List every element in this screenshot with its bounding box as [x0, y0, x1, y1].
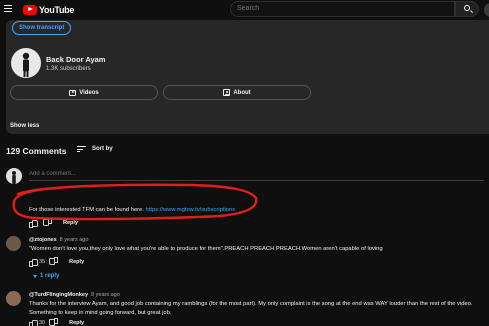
- silhouette-icon: [22, 52, 30, 77]
- comment-author[interactable]: @TurdFlingingMonkey 8 years ago: [29, 292, 120, 298]
- sort-by-label: Sort by: [92, 146, 113, 152]
- view-replies-button[interactable]: 1 reply: [33, 273, 59, 279]
- comment-time[interactable]: 8 years ago: [91, 292, 120, 298]
- search-input[interactable]: [237, 5, 437, 12]
- videos-label: Videos: [79, 89, 99, 96]
- sort-icon: [77, 146, 86, 152]
- like-icon[interactable]: [29, 220, 38, 228]
- comment-text: For those interested TFM can be found he…: [29, 206, 235, 215]
- sort-by-button[interactable]: Sort by: [77, 146, 113, 152]
- add-comment-input[interactable]: [29, 167, 484, 181]
- youtube-logo[interactable]: YouTube: [23, 4, 74, 15]
- search-icon: [464, 5, 470, 11]
- like-icon[interactable]: [29, 320, 38, 326]
- search-box: [230, 1, 455, 17]
- hamburger-menu-icon[interactable]: [4, 5, 12, 12]
- video-icon: [69, 89, 77, 96]
- dislike-icon[interactable]: [51, 259, 58, 265]
- comment-actions: Reply: [29, 220, 78, 228]
- like-icon[interactable]: [29, 259, 38, 267]
- comment-text-line-2: Something to keep in mind going forward,…: [29, 310, 172, 316]
- subscriber-count: 1.3K subscribers: [46, 66, 91, 72]
- silhouette-icon: [12, 171, 16, 184]
- comment-avatar[interactable]: [6, 291, 21, 306]
- channel-name[interactable]: Back Door Ayam: [46, 55, 105, 64]
- replies-label: 1 reply: [40, 273, 60, 279]
- youtube-play-icon: [23, 4, 37, 15]
- reply-button[interactable]: Reply: [63, 220, 78, 226]
- show-less-button[interactable]: Show less: [10, 123, 39, 129]
- comment-actions: 30 Reply: [29, 320, 84, 326]
- comment-link[interactable]: https://www.mgtow.tv/subscriptions: [146, 207, 236, 213]
- logo-text: YouTube: [39, 4, 75, 15]
- dislike-icon[interactable]: [45, 220, 52, 226]
- comment-avatar[interactable]: [6, 236, 21, 251]
- comment-author[interactable]: @ztojones 8 years ago: [29, 237, 88, 243]
- comment-author-name[interactable]: @ztojones: [29, 237, 57, 243]
- comment-text-line-1: Thanks for the interview Ayam, and good …: [29, 301, 473, 307]
- comment-time[interactable]: 8 years ago: [60, 237, 89, 243]
- comment-avatar[interactable]: [6, 200, 21, 215]
- comment-author-name[interactable]: @TurdFlingingMonkey: [29, 292, 88, 298]
- comments-count: 129 Comments: [6, 146, 67, 156]
- chevron-down-icon: [33, 274, 37, 278]
- search-button[interactable]: [455, 1, 479, 17]
- like-count: 30: [39, 320, 46, 326]
- channel-avatar[interactable]: [11, 48, 41, 78]
- show-transcript-button[interactable]: Show transcript: [12, 21, 72, 35]
- like-count: 35: [39, 259, 46, 265]
- user-avatar: [6, 168, 22, 184]
- person-icon: [223, 89, 231, 96]
- account-avatar[interactable]: [484, 3, 489, 17]
- comment-text: "Women don't love you,they only love wha…: [29, 246, 383, 252]
- reply-button[interactable]: Reply: [69, 320, 84, 326]
- description-panel: Show transcript Back Door Ayam 1.3K subs…: [6, 20, 489, 134]
- about-label: About: [233, 89, 251, 96]
- dislike-icon[interactable]: [51, 320, 58, 326]
- reply-button[interactable]: Reply: [69, 259, 84, 265]
- comment-actions: 35 Reply: [29, 259, 84, 267]
- top-bar: YouTube: [0, 0, 489, 20]
- videos-button[interactable]: Videos: [10, 85, 158, 100]
- about-button[interactable]: About: [163, 85, 311, 100]
- comment-text-prefix: For those interested TFM can be found he…: [29, 207, 146, 213]
